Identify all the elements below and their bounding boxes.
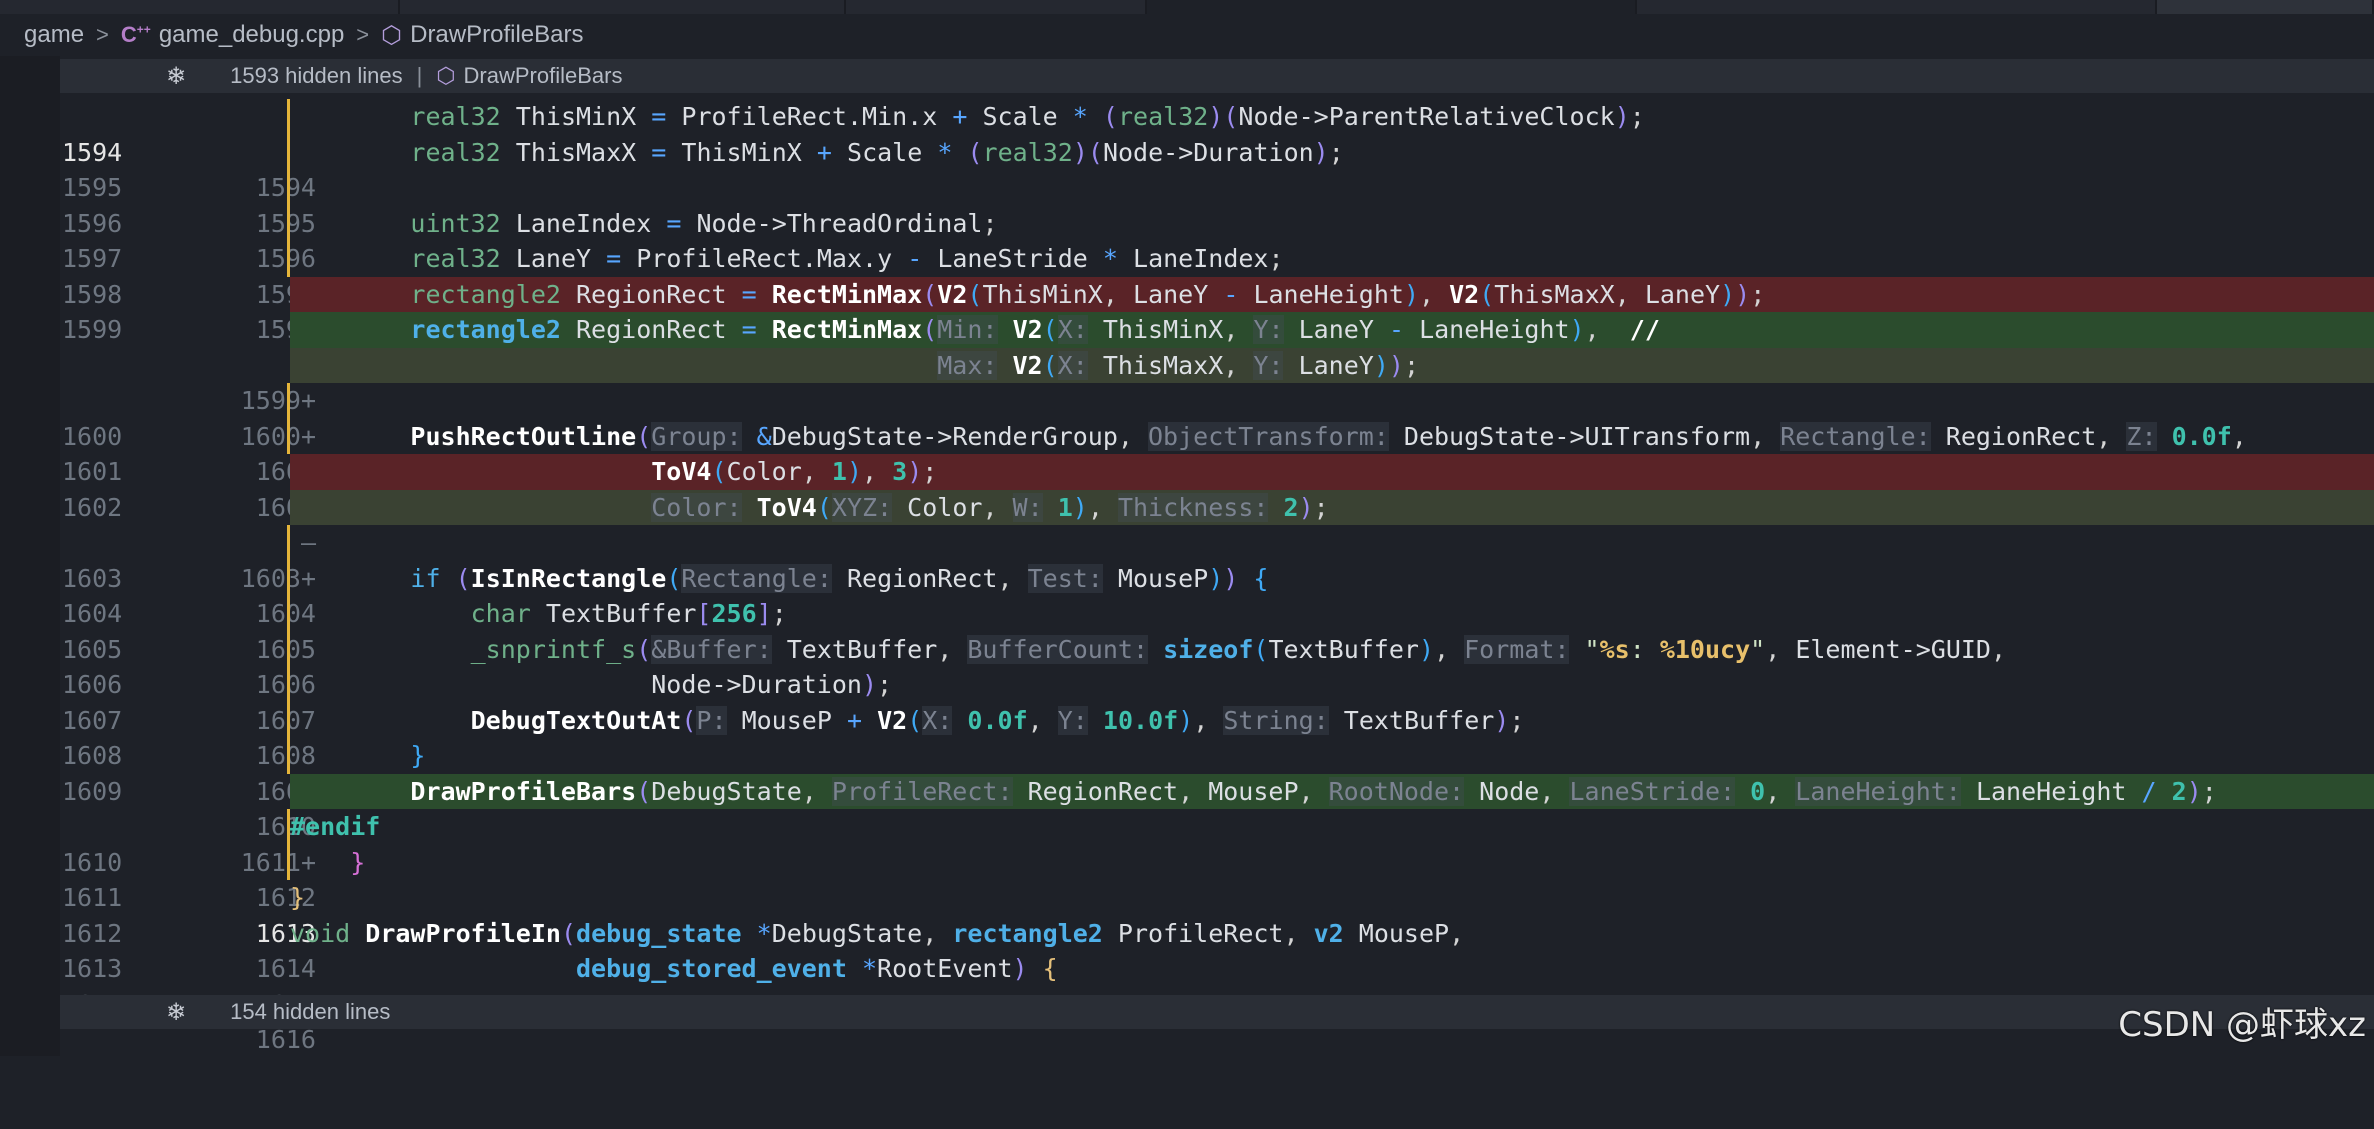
code-line[interactable]: 1614 1616 debug_stored_event *RootEvent)… (60, 951, 2374, 1054)
code-text: #endif (290, 812, 381, 841)
code-line[interactable]: 1612 1614 } (60, 880, 2374, 983)
hidden-lines-symbol[interactable]: DrawProfileBars (464, 63, 623, 89)
breadcrumb-file[interactable]: game_debug.cpp (159, 21, 344, 49)
code-text: PushRectOutline(Group: &DebugState->Rend… (410, 421, 2247, 451)
breadcrumb-symbol[interactable]: DrawProfileBars (410, 21, 583, 49)
code-text: uint32 LaneIndex = Node->ThreadOrdinal; (410, 208, 998, 238)
code-line[interactable]: 1609 1610 } (60, 738, 2374, 841)
code-line-added[interactable]: 1603+ Color: ToV4(XYZ: Color, W: 1), Thi… (60, 489, 2374, 593)
code-line[interactable]: 1611 1613 } (60, 844, 2374, 948)
hidden-lines-bar-bottom[interactable]: ❄ 154 hidden lines (60, 995, 2374, 1029)
hidden-lines-label: 1593 hidden lines (230, 63, 403, 88)
code-text: Node->Duration); (651, 670, 893, 699)
code-line-added[interactable]: 1600+ Max: V2(X: ThisMaxX, Y: LaneY)); (60, 347, 2374, 451)
breadcrumb-folder[interactable]: game (24, 21, 84, 49)
cpp-file-icon: C++ (120, 22, 151, 47)
chevron-right-icon: > (356, 22, 370, 47)
tab-1[interactable] (0, 0, 401, 14)
code-text: real32 ThisMaxX = ThisMinX + Scale * (re… (410, 137, 1344, 167)
unfold-icon[interactable]: ❄ (166, 62, 186, 91)
code-text: debug_stored_event *RootEvent) { (575, 954, 1058, 983)
code-line[interactable]: 1598 1598 real32 LaneY = ProfileRect.Max… (60, 241, 2374, 344)
code-text: ToV4(Color, 1), 3); (290, 454, 2374, 490)
code-text: char TextBuffer[256]; (470, 599, 787, 628)
code-text: DebugTextOutAt(P: MouseP + V2(X: 0.0f, Y… (470, 705, 1525, 735)
code-line[interactable]: 1596 1596 (60, 170, 2374, 273)
code-line[interactable]: 1601 1602 PushRectOutline(Group: &DebugS… (60, 418, 2374, 522)
code-line[interactable]: 1604 1605 if (IsInRectangle(Rectangle: R… (60, 560, 2374, 664)
breadcrumb: game > C++ game_debug.cpp > ⬡ DrawProfil… (0, 14, 2374, 56)
code-line-added[interactable]: 1599+ rectangle2 RegionRect = RectMinMax… (60, 312, 2374, 415)
code-line-deleted[interactable]: 1599 — rectangle2 RegionRect = RectMinMa… (60, 276, 2374, 380)
cube-icon: ⬡ (381, 21, 403, 49)
code-line-added[interactable]: 1611+ DrawProfileBars(DebugState, Profil… (60, 773, 2374, 877)
tab-5[interactable] (1637, 0, 2157, 14)
code-text: _snprintf_s(&Buffer: TextBuffer, BufferC… (470, 634, 2007, 664)
code-line[interactable]: 1603 1604 (60, 525, 2374, 628)
code-line[interactable]: 1606 1607 _snprintf_s(&Buffer: TextBuffe… (60, 631, 2374, 735)
code-text: real32 ThisMinX = ProfileRect.Min.x + Sc… (410, 102, 1645, 131)
code-text: DrawProfileBars(DebugState, ProfileRect:… (290, 773, 2374, 809)
cube-icon: ⬡ (436, 63, 456, 88)
hidden-lines-label: 154 hidden lines (230, 999, 391, 1024)
code-text: rectangle2 RegionRect = RectMinMax(V2(Th… (290, 276, 2374, 312)
code-line[interactable]: 1594 1594 real32 ThisMinX = ProfileRect.… (60, 99, 2374, 202)
divider: | (416, 63, 423, 88)
hidden-lines-bar-top[interactable]: ❄ 1593 hidden lines | ⬡ DrawProfileBars (60, 59, 2374, 93)
code-text: real32 LaneY = ProfileRect.Max.y - LaneS… (410, 244, 1284, 273)
code-line[interactable]: 1608 1609 DebugTextOutAt(P: MouseP + V2(… (60, 702, 2374, 806)
code-line[interactable]: 1607 1608 Node->Duration); (60, 667, 2374, 770)
editor-tab-strip (0, 0, 2374, 14)
code-line[interactable]: 1595 1595 real32 ThisMaxX = ThisMinX + S… (60, 134, 2374, 238)
diff-editor[interactable]: 1594 1594 real32 ThisMinX = ProfileRect.… (60, 99, 2374, 1054)
code-text: if (IsInRectangle(Rectangle: RegionRect,… (410, 563, 1269, 593)
code-text: } (350, 847, 366, 877)
code-line[interactable]: 1613 1615 void DrawProfileIn(debug_state… (60, 916, 2374, 1019)
code-line[interactable]: 1605 1606 char TextBuffer[256]; (60, 596, 2374, 699)
code-text: } (410, 741, 426, 770)
code-line-deleted[interactable]: 1602 — ToV4(Color, 1), 3); (60, 454, 2374, 557)
tab-6[interactable] (2156, 0, 2374, 14)
tab-4[interactable] (1147, 0, 1638, 14)
left-margin (0, 56, 60, 1056)
code-text: Max: V2(X: ThisMaxX, Y: LaneY)); (290, 347, 2374, 383)
code-text: void DrawProfileIn(debug_state *DebugSta… (290, 918, 1465, 948)
code-text: Color: ToV4(XYZ: Color, W: 1), Thickness… (290, 489, 2374, 525)
tab-2[interactable] (400, 0, 847, 14)
code-line[interactable]: 1597 1597 uint32 LaneIndex = Node->Threa… (60, 205, 2374, 309)
code-line[interactable]: 1600 1601 (60, 383, 2374, 486)
code-text: } (290, 883, 306, 912)
unfold-icon[interactable]: ❄ (166, 998, 186, 1027)
watermark: CSDN @虾球xz (2118, 1005, 2366, 1045)
chevron-right-icon: > (96, 22, 109, 47)
tab-3[interactable] (846, 0, 1148, 14)
code-line[interactable]: 1610 1612 #endif (60, 809, 2374, 912)
code-text: rectangle2 RegionRect = RectMinMax(Min: … (290, 312, 2374, 348)
